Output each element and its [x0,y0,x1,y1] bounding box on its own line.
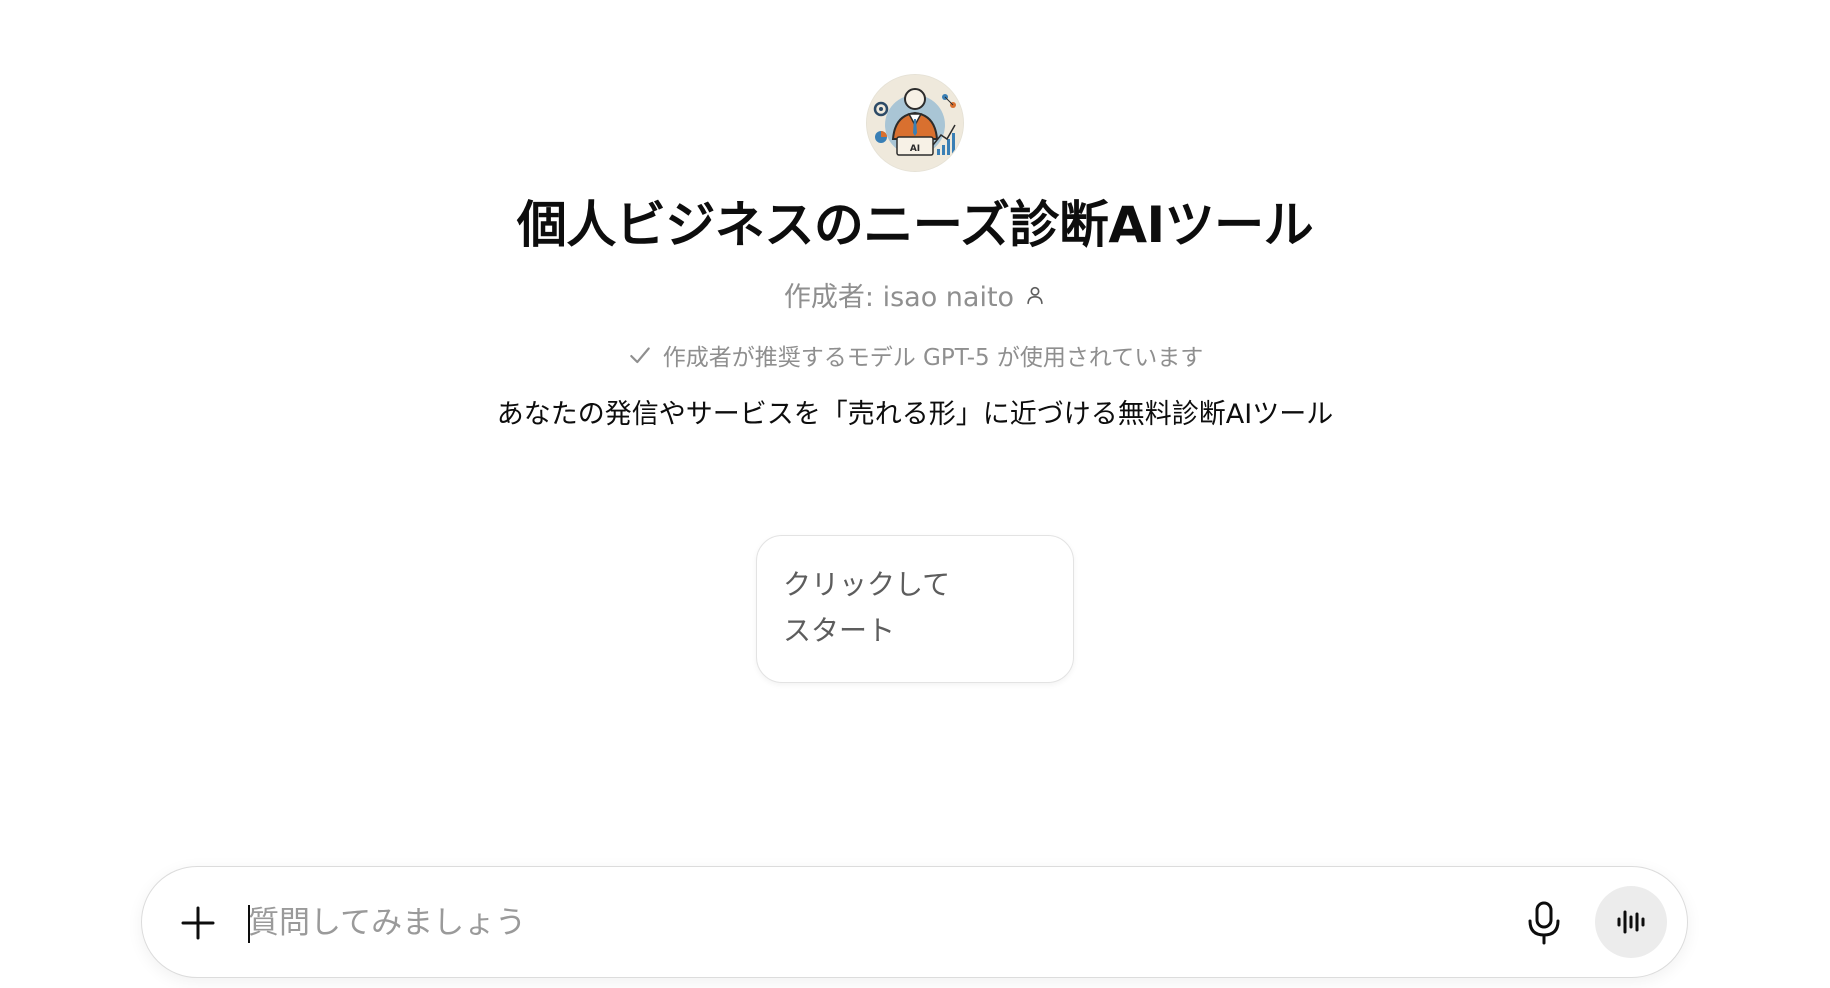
gpt-description: あなたの発信やサービスを「売れる形」に近づける無料診断AIツール [496,399,1334,430]
gpt-landing-page: AI 個人ビジネスのニーズ診断AIツール 作成者: isao naito 作成者… [0,0,1830,988]
gpt-header: AI 個人ビジネスのニーズ診断AIツール 作成者: isao naito 作成者… [0,74,1830,431]
model-note-text: 作成者が推奨するモデル GPT-5 が使用されています [662,345,1204,371]
message-composer [141,866,1688,978]
plus-icon[interactable] [178,903,218,943]
prompt-input[interactable] [248,891,1318,955]
author-label: 作成者: isao naito [783,282,1015,313]
microphone-icon[interactable] [1522,899,1566,947]
author-line[interactable]: 作成者: isao naito [784,275,1046,314]
recommended-model-note: 作成者が推奨するモデル GPT-5 が使用されています [627,338,1204,372]
voice-mode-button[interactable] [1595,886,1667,958]
voice-mode-icon [1617,910,1645,934]
gpt-title: 個人ビジネスのニーズ診断AIツール [516,196,1314,254]
gpt-avatar: AI [866,74,964,172]
svg-text:AI: AI [910,144,920,154]
person-icon [1027,286,1043,304]
businessman-avatar-icon: AI [867,75,963,171]
conversation-starter-button[interactable]: クリックしてスタート [756,535,1074,683]
conversation-starter-label: クリックしてスタート [783,568,951,647]
check-icon [630,347,650,364]
prompt-input-wrapper [248,891,1318,955]
text-caret [248,905,250,943]
